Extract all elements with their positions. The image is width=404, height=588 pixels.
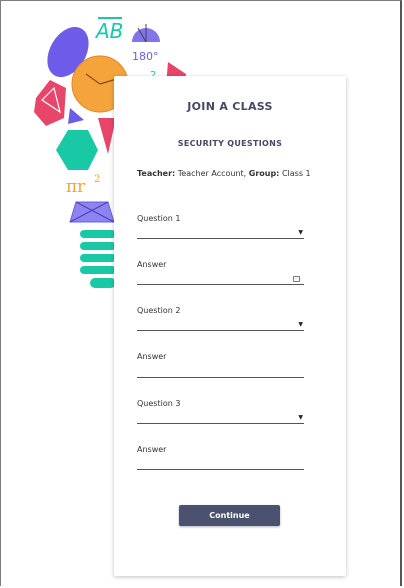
chevron-down-icon: ▼ (298, 414, 303, 421)
chevron-down-icon: ▼ (298, 229, 303, 236)
answer3-label: Answer (137, 445, 167, 454)
class-info: Teacher: Teacher Account, Group: Class 1 (137, 168, 327, 180)
page-title: JOIN A CLASS (187, 100, 273, 113)
answer2-input[interactable]: Answer (137, 352, 304, 378)
pi-sup-text: 2 (94, 174, 100, 185)
question3-select[interactable]: Question 3 ▼ (137, 399, 304, 425)
question1-label: Question 1 (137, 214, 181, 223)
teacher-value: Teacher Account, (177, 169, 247, 178)
pi-text: πr (66, 177, 86, 197)
answer1-input[interactable]: Answer ⋯ (137, 260, 304, 286)
answer2-label: Answer (137, 352, 167, 361)
key-icon[interactable]: ⋯ (293, 276, 300, 282)
answer3-input[interactable]: Answer (137, 445, 304, 471)
group-label: Group: (248, 169, 280, 178)
section-subtitle: SECURITY QUESTIONS (177, 139, 283, 148)
continue-button[interactable]: Continue (179, 505, 280, 526)
join-class-card: JOIN A CLASS SECURITY QUESTIONS Teacher:… (114, 76, 346, 576)
angle-text: 180° (132, 50, 159, 63)
question3-label: Question 3 (137, 399, 181, 408)
question1-select[interactable]: Question 1 ▼ (137, 214, 304, 240)
ab-text: AB (94, 19, 123, 43)
question2-label: Question 2 (137, 306, 181, 315)
answer1-label: Answer (137, 260, 167, 269)
group-value: Class 1 (281, 169, 311, 178)
chevron-down-icon: ▼ (298, 321, 303, 328)
question2-select[interactable]: Question 2 ▼ (137, 306, 304, 332)
teacher-label: Teacher: (137, 169, 176, 178)
